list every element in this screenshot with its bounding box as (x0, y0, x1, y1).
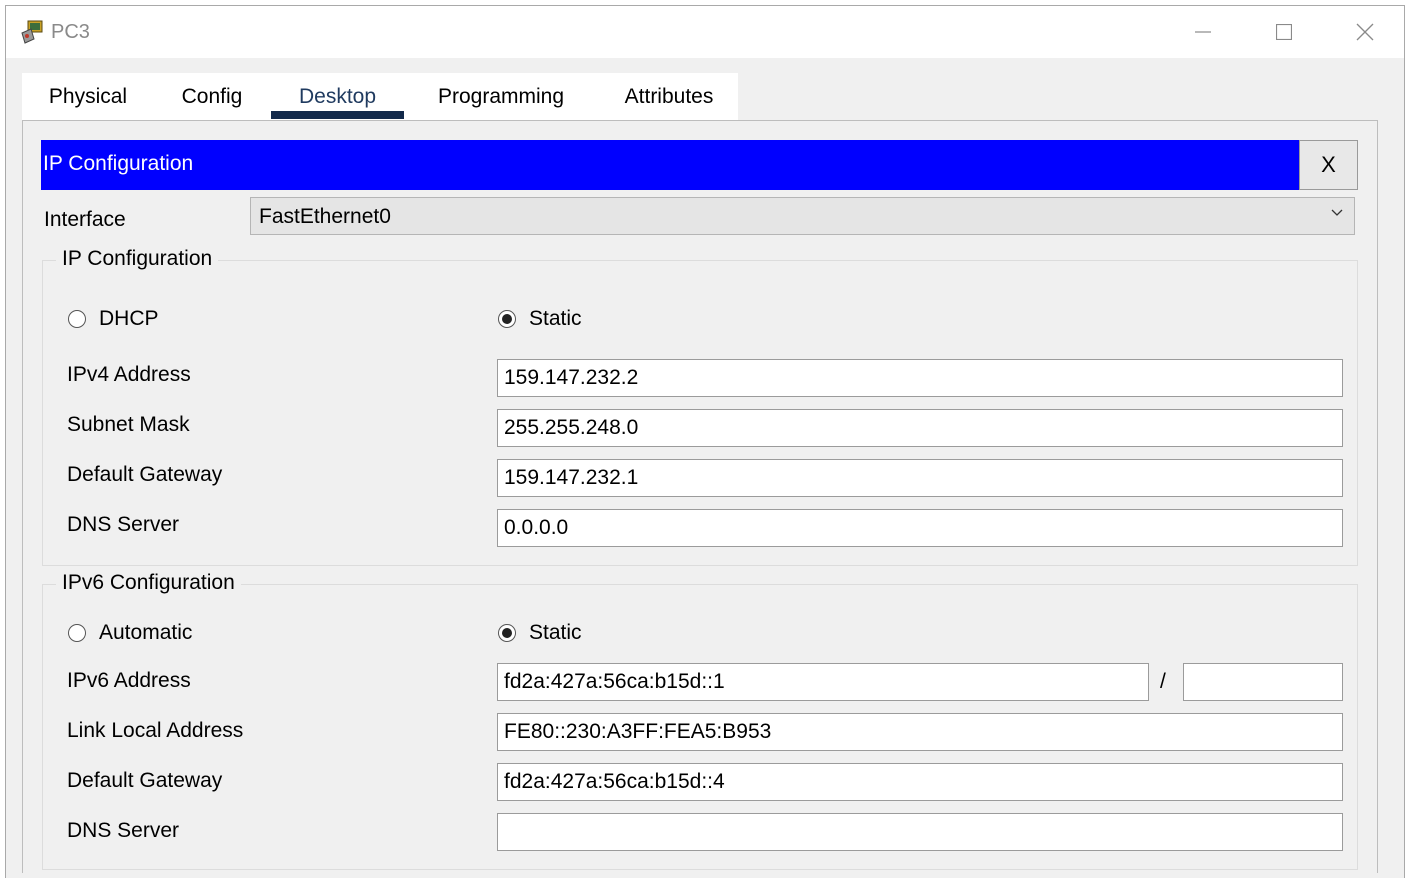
maximize-button[interactable] (1264, 12, 1304, 52)
ipv4-static-label: Static (529, 307, 582, 330)
subnet-mask-label: Subnet Mask (67, 413, 190, 436)
ipv6-automatic-radio[interactable] (68, 624, 86, 642)
ip-config-title-bar: IP Configuration (41, 140, 1299, 190)
pc-app-icon (21, 20, 43, 44)
window-title: PC3 (51, 21, 90, 43)
link-local-label: Link Local Address (67, 719, 244, 742)
ipv6-static-label: Static (529, 621, 582, 644)
radio-selected-dot (502, 628, 512, 638)
interface-label: Interface (44, 208, 126, 231)
minimize-icon (1195, 31, 1211, 33)
window-close-button[interactable] (1345, 12, 1385, 52)
ipv6-group-legend: IPv6 Configuration (56, 571, 241, 595)
prefix-separator: / (1160, 670, 1166, 693)
tab-programming[interactable]: Programming (420, 73, 582, 120)
ip-config-close-button[interactable]: X (1299, 140, 1358, 190)
ipv4-group-legend: IP Configuration (56, 247, 219, 271)
ipv4-gateway-input[interactable]: 159.147.232.1 (497, 459, 1343, 497)
ipv4-address-label: IPv4 Address (67, 363, 191, 386)
ipv4-gateway-label: Default Gateway (67, 463, 223, 486)
ip-config-title: IP Configuration (43, 152, 194, 175)
tab-config[interactable]: Config (162, 73, 262, 120)
ipv6-address-label: IPv6 Address (67, 669, 191, 692)
tab-attributes[interactable]: Attributes (602, 73, 736, 120)
link-local-input[interactable]: FE80::230:A3FF:FEA5:B953 (497, 713, 1343, 751)
tab-physical[interactable]: Physical (28, 73, 148, 120)
ipv6-static-radio[interactable] (498, 624, 516, 642)
dhcp-label: DHCP (99, 307, 159, 330)
ipv4-address-input[interactable]: 159.147.232.2 (497, 359, 1343, 397)
ipv6-dns-label: DNS Server (67, 819, 180, 842)
ipv6-dns-input[interactable] (497, 813, 1343, 851)
ipv4-static-radio[interactable] (498, 310, 516, 328)
minimize-button[interactable] (1183, 12, 1223, 52)
active-tab-indicator (271, 111, 404, 119)
chevron-down-icon (1331, 209, 1343, 216)
interface-select[interactable]: FastEthernet0 (250, 197, 1355, 235)
ipv6-address-input[interactable]: fd2a:427a:56ca:b15d::1 (497, 663, 1149, 701)
tab-bar: Physical Config Desktop Programming Attr… (22, 73, 738, 120)
subnet-mask-input[interactable]: 255.255.248.0 (497, 409, 1343, 447)
radio-selected-dot (502, 314, 512, 324)
ipv4-dns-input[interactable]: 0.0.0.0 (497, 509, 1343, 547)
ipv4-dns-label: DNS Server (67, 513, 180, 536)
ipv6-automatic-label: Automatic (99, 621, 193, 644)
interface-select-value: FastEthernet0 (259, 205, 391, 228)
dhcp-radio[interactable] (68, 310, 86, 328)
ipv6-gateway-input[interactable]: fd2a:427a:56ca:b15d::4 (497, 763, 1343, 801)
maximize-icon (1276, 24, 1292, 40)
title-bar: PC3 (6, 6, 1404, 58)
ipv6-prefix-input[interactable] (1183, 663, 1343, 701)
close-icon (1356, 23, 1374, 41)
ipv6-gateway-label: Default Gateway (67, 769, 223, 792)
